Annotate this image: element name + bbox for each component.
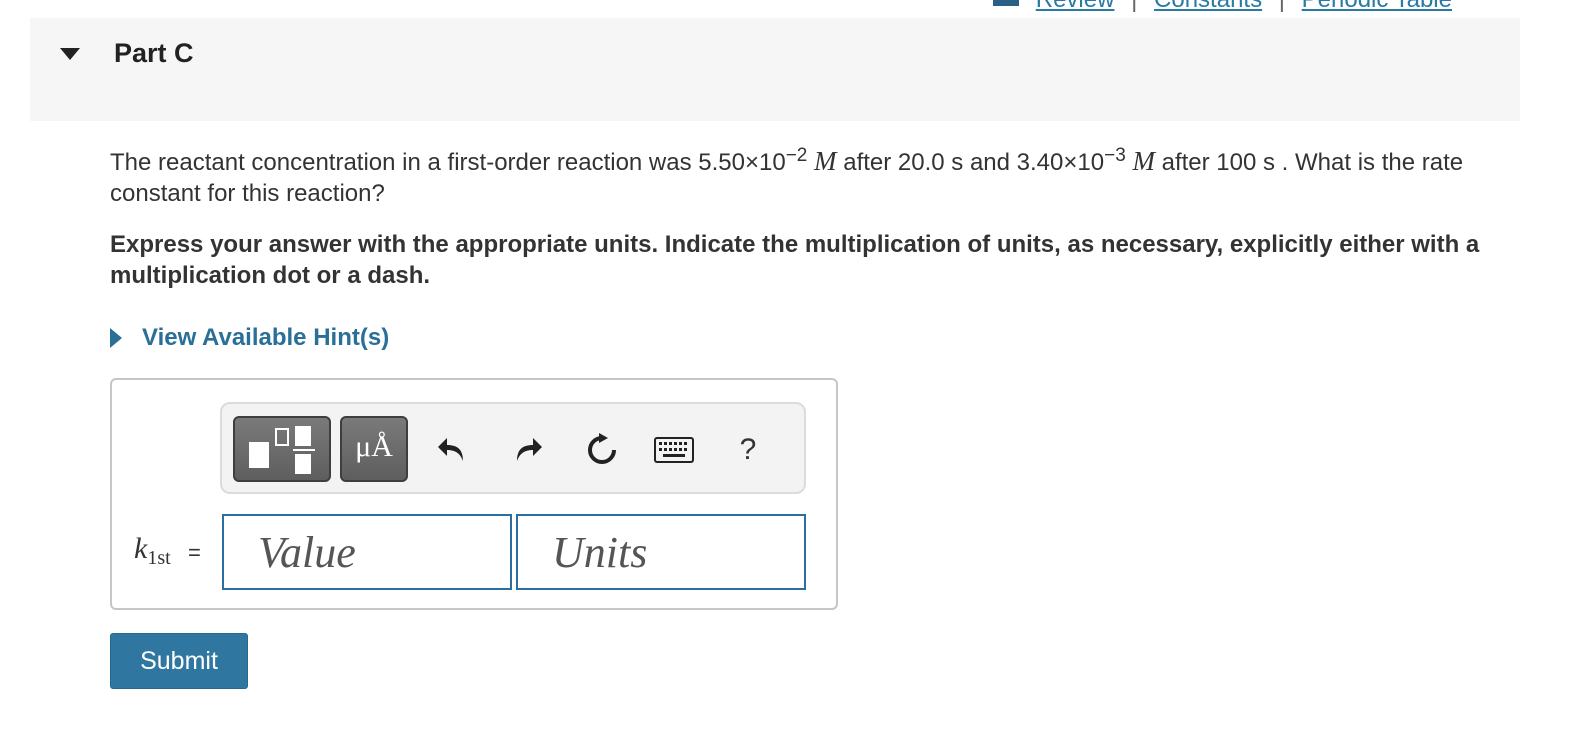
- reset-icon[interactable]: [578, 426, 626, 474]
- top-links: Review | Constants | Periodic Table: [993, 0, 1452, 14]
- molarity-unit-2: M: [1132, 146, 1155, 176]
- variable-symbol: k: [134, 532, 148, 565]
- units-glyph: μÅ: [355, 430, 393, 463]
- question-text-2: after 20.0 s and 3.40×10: [836, 149, 1105, 176]
- caret-down-icon[interactable]: [60, 48, 80, 60]
- view-hints-toggle[interactable]: View Available Hint(s): [110, 322, 389, 354]
- link-separator: |: [1131, 0, 1137, 13]
- template-fraction-top-icon: [295, 426, 311, 446]
- variable-subscript: 1st: [147, 547, 171, 569]
- templates-button[interactable]: [233, 416, 331, 482]
- undo-icon[interactable]: [428, 426, 476, 474]
- variable-label: k1st: [134, 532, 171, 570]
- units-input[interactable]: [516, 514, 806, 590]
- part-header[interactable]: Part C: [30, 18, 1520, 121]
- answer-box: μÅ ? k1st = Value Units: [110, 378, 838, 610]
- submit-button[interactable]: Submit: [110, 633, 248, 689]
- redo-icon[interactable]: [504, 426, 552, 474]
- template-superscript-icon: [275, 428, 289, 446]
- exponent-2: −3: [1104, 145, 1126, 166]
- question-text: The reactant concentration in a first-or…: [110, 146, 1530, 209]
- units-button[interactable]: μÅ: [340, 416, 408, 482]
- constants-link[interactable]: Constants: [1154, 0, 1262, 13]
- answer-instruction: Express your answer with the appropriate…: [110, 231, 1480, 289]
- question-text-1: The reactant concentration in a first-or…: [110, 149, 786, 176]
- template-fraction-bottom-icon: [295, 454, 311, 474]
- exponent-1: −2: [785, 145, 808, 166]
- equals-sign: =: [188, 540, 201, 565]
- part-title: Part C: [114, 38, 194, 68]
- view-hints-label[interactable]: View Available Hint(s): [142, 324, 389, 352]
- template-block-icon: [249, 442, 269, 468]
- periodic-table-link[interactable]: Periodic Table: [1302, 0, 1452, 13]
- math-toolbar: μÅ ?: [220, 402, 806, 494]
- caret-right-icon: [110, 328, 122, 348]
- keyboard-icon[interactable]: [650, 426, 698, 474]
- value-input[interactable]: [222, 514, 512, 590]
- help-button[interactable]: ?: [724, 426, 772, 474]
- molarity-unit-1: M: [814, 146, 837, 176]
- link-separator: |: [1279, 0, 1285, 13]
- book-icon: [993, 0, 1020, 6]
- review-link[interactable]: Review: [1036, 0, 1115, 13]
- template-fraction-bar-icon: [293, 449, 315, 451]
